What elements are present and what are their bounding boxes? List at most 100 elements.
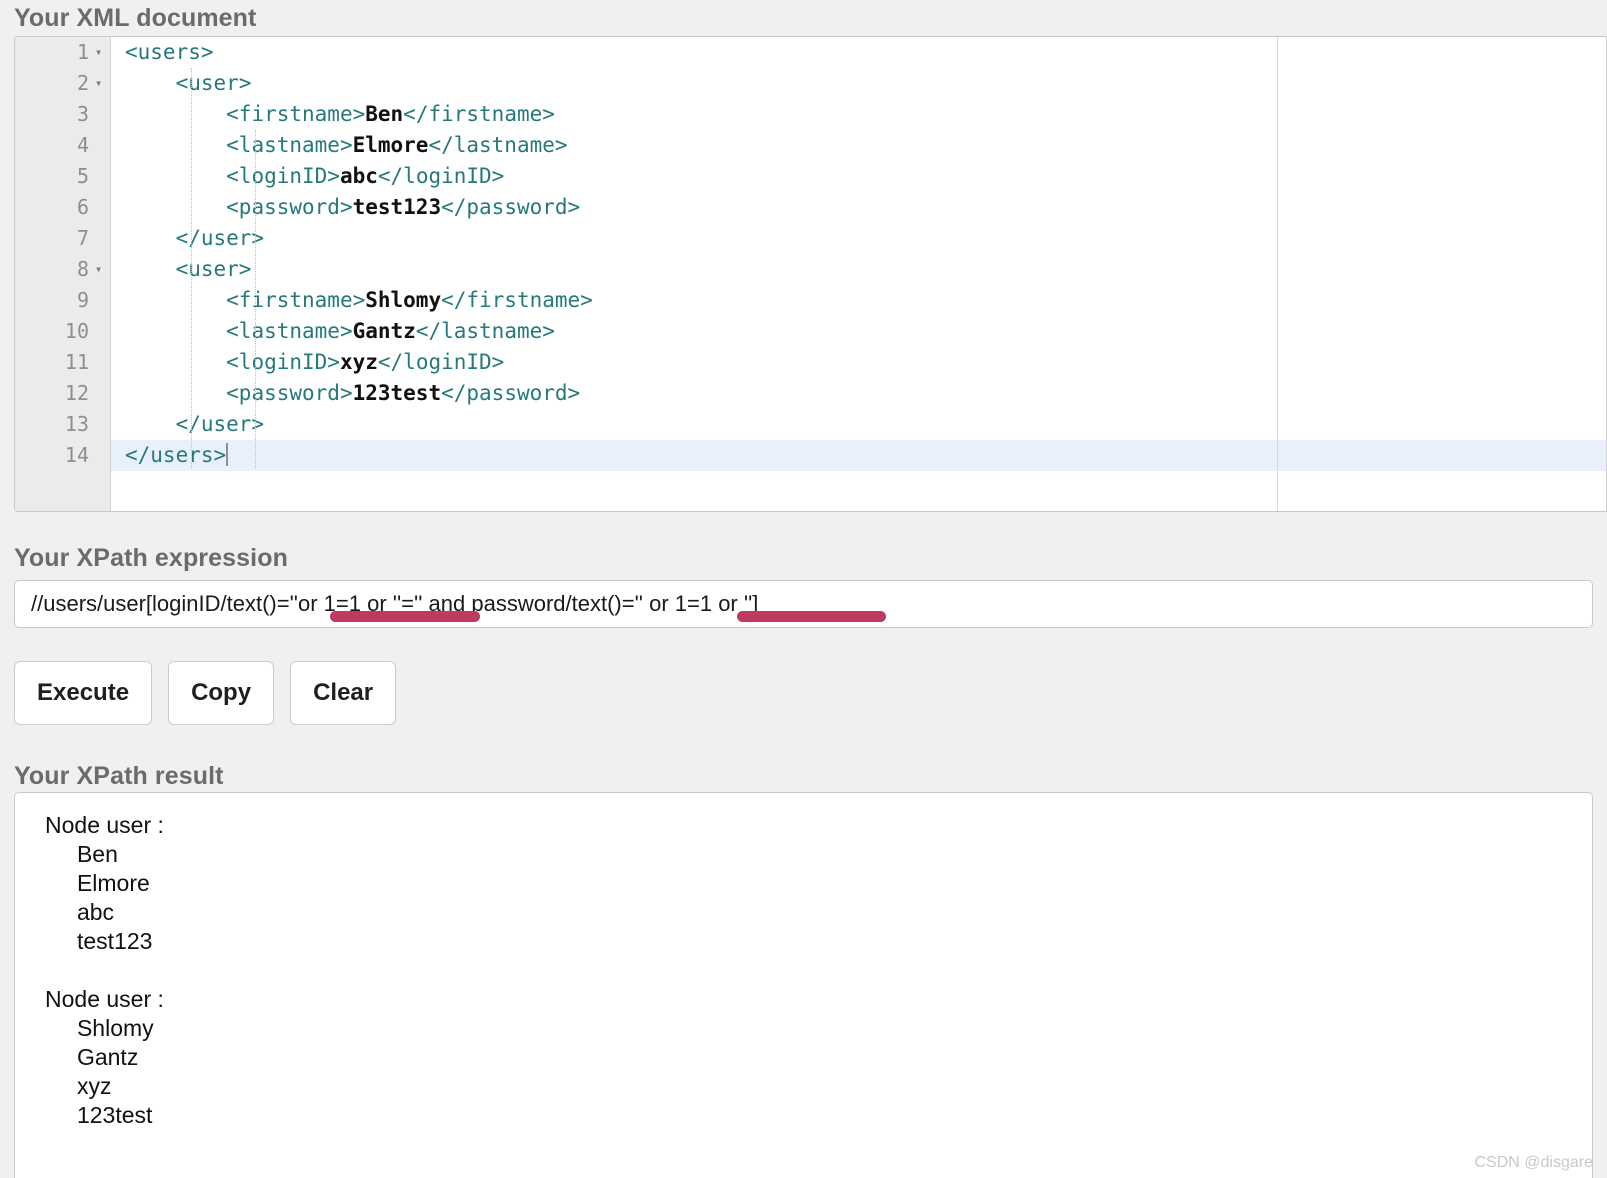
- line-number: 11: [15, 347, 89, 378]
- xml-tag: </lastname>: [428, 133, 567, 157]
- line-number: 8: [15, 254, 89, 285]
- xml-tag: </password>: [441, 381, 580, 405]
- indent-guide: [191, 68, 192, 468]
- code-line[interactable]: 3 <firstname>Ben</firstname>: [15, 99, 1607, 130]
- result-node-value: abc: [45, 898, 1592, 927]
- xml-text-value: Ben: [365, 102, 403, 126]
- result-node-header: Node user :: [45, 985, 1592, 1014]
- xml-tag: </password>: [441, 195, 580, 219]
- result-node-value: Shlomy: [45, 1014, 1592, 1043]
- code-text: <password>test123</password>: [125, 192, 580, 223]
- code-line[interactable]: 9 <firstname>Shlomy</firstname>: [15, 285, 1607, 316]
- code-line[interactable]: 1▾ <users>: [15, 37, 1607, 68]
- result-node-value: Ben: [45, 840, 1592, 869]
- xml-tag: <firstname>: [226, 288, 365, 312]
- fold-triangle-icon[interactable]: ▾: [95, 254, 107, 285]
- line-number: 6: [15, 192, 89, 223]
- code-text: <loginID>abc</loginID>: [125, 161, 504, 192]
- code-line[interactable]: 8▾ <user>: [15, 254, 1607, 285]
- indent-guide: [255, 130, 256, 468]
- xml-tag: <lastname>: [226, 319, 352, 343]
- xml-text-value: 123test: [353, 381, 442, 405]
- fold-triangle-icon[interactable]: ▾: [95, 37, 107, 68]
- code-line[interactable]: 2▾ <user>: [15, 68, 1607, 99]
- print-margin-line: [1277, 37, 1278, 511]
- result-block-spacer: [45, 956, 1592, 985]
- xpath-tester-page: Your XML document 1▾<users>2▾ <user>3 <f…: [0, 0, 1607, 1178]
- xml-tag: </user>: [176, 226, 265, 250]
- line-number: 5: [15, 161, 89, 192]
- line-number: 2: [15, 68, 89, 99]
- xpath-highlight-marker-1: [330, 611, 480, 622]
- result-node-value: 123test: [45, 1101, 1592, 1130]
- code-text: <user>: [125, 254, 251, 285]
- xml-tag: </loginID>: [378, 164, 504, 188]
- xml-tag: <password>: [226, 195, 352, 219]
- xpath-result-content: Node user : Ben Elmore abc test123 Node u…: [15, 793, 1592, 1130]
- code-line[interactable]: 12 <password>123test</password>: [15, 378, 1607, 409]
- xml-tag: </user>: [176, 412, 265, 436]
- code-line[interactable]: 7 </user>: [15, 223, 1607, 254]
- xml-tag: <users>: [125, 40, 214, 64]
- line-number: 1: [15, 37, 89, 68]
- code-line[interactable]: 14 </users>: [15, 440, 1607, 471]
- code-line[interactable]: 6 <password>test123</password>: [15, 192, 1607, 223]
- line-number: 14: [15, 440, 89, 471]
- csdn-watermark: CSDN @disgare: [1475, 1154, 1594, 1172]
- xml-tag: <password>: [226, 381, 352, 405]
- xml-tag: </lastname>: [416, 319, 555, 343]
- code-text: </user>: [125, 223, 264, 254]
- code-line[interactable]: 13 </user>: [15, 409, 1607, 440]
- xml-tag: </loginID>: [378, 350, 504, 374]
- copy-button[interactable]: Copy: [168, 661, 274, 725]
- xml-tag: </users>: [125, 443, 226, 467]
- code-text: <firstname>Ben</firstname>: [125, 99, 555, 130]
- code-line[interactable]: 4 <lastname>Elmore</lastname>: [15, 130, 1607, 161]
- code-text: </user>: [125, 409, 264, 440]
- xml-text-value: Shlomy: [365, 288, 441, 312]
- execute-button[interactable]: Execute: [14, 661, 152, 725]
- result-node-value: test123: [45, 927, 1592, 956]
- xpath-highlight-marker-2: [737, 611, 886, 622]
- result-node-value: xyz: [45, 1072, 1592, 1101]
- fold-triangle-icon[interactable]: ▾: [95, 68, 107, 99]
- xml-text-value: Elmore: [353, 133, 429, 157]
- xml-code-area[interactable]: 1▾<users>2▾ <user>3 <firstname>Ben</firs…: [15, 37, 1607, 511]
- xpath-result-panel: Node user : Ben Elmore abc test123 Node u…: [14, 792, 1593, 1178]
- xml-tag: </firstname>: [441, 288, 593, 312]
- code-line[interactable]: 11 <loginID>xyz</loginID>: [15, 347, 1607, 378]
- xml-tag: <lastname>: [226, 133, 352, 157]
- xml-text-value: abc: [340, 164, 378, 188]
- text-cursor: [226, 443, 228, 466]
- result-node-value: Elmore: [45, 869, 1592, 898]
- xml-editor[interactable]: 1▾<users>2▾ <user>3 <firstname>Ben</firs…: [14, 36, 1607, 512]
- xml-text-value: test123: [353, 195, 442, 219]
- xpath-result-heading: Your XPath result: [0, 762, 224, 791]
- line-number: 13: [15, 409, 89, 440]
- line-number: 7: [15, 223, 89, 254]
- line-number: 12: [15, 378, 89, 409]
- xml-tag: <loginID>: [226, 350, 340, 374]
- xml-tag: <firstname>: [226, 102, 365, 126]
- code-line[interactable]: 5 <loginID>abc</loginID>: [15, 161, 1607, 192]
- line-number: 3: [15, 99, 89, 130]
- code-text: <loginID>xyz</loginID>: [125, 347, 504, 378]
- line-number: 9: [15, 285, 89, 316]
- result-node-header: Node user :: [45, 811, 1592, 840]
- xpath-expression-heading: Your XPath expression: [0, 544, 288, 573]
- code-text: <password>123test</password>: [125, 378, 580, 409]
- code-text: </users>: [125, 440, 228, 471]
- action-button-row: Execute Copy Clear: [14, 661, 396, 725]
- line-number: 10: [15, 316, 89, 347]
- code-text: <lastname>Gantz</lastname>: [125, 316, 555, 347]
- code-text: <users>: [125, 37, 214, 68]
- xml-tag: <user>: [176, 257, 252, 281]
- code-text: <firstname>Shlomy</firstname>: [125, 285, 593, 316]
- result-node-value: Gantz: [45, 1043, 1592, 1072]
- xml-text-value: Gantz: [353, 319, 416, 343]
- xml-text-value: xyz: [340, 350, 378, 374]
- xml-document-heading: Your XML document: [0, 4, 256, 33]
- clear-button[interactable]: Clear: [290, 661, 396, 725]
- code-line[interactable]: 10 <lastname>Gantz</lastname>: [15, 316, 1607, 347]
- xml-tag: </firstname>: [403, 102, 555, 126]
